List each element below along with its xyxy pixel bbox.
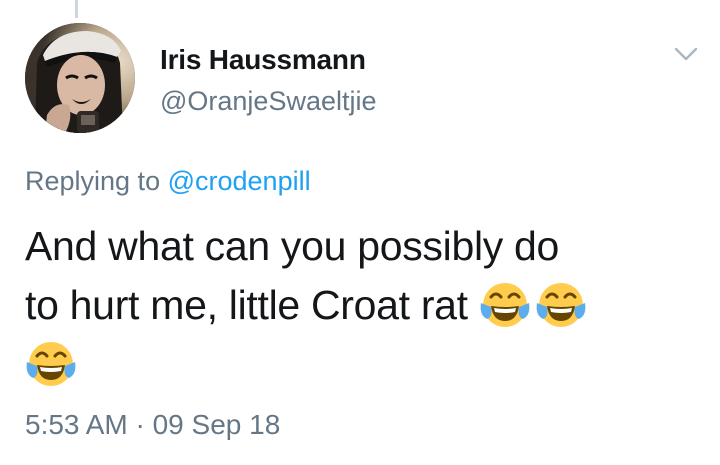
face-with-tears-of-joy-icon	[479, 279, 531, 331]
tweet-text-line: to hurt me, little Croat rat	[25, 276, 705, 335]
reply-mention-link[interactable]: @crodenpill	[168, 166, 311, 196]
tweet-timestamp[interactable]: 5:53 AM · 09 Sep 18	[25, 409, 280, 441]
tweet-text-fragment: to hurt me, little Croat rat	[25, 282, 468, 328]
author-display-name[interactable]: Iris Haussmann	[160, 44, 366, 76]
tweet-text-line: And what can you possibly do	[25, 223, 560, 269]
chevron-down-icon[interactable]	[674, 46, 698, 62]
author-handle[interactable]: @OranjeSwaeltjie	[160, 86, 377, 117]
face-with-tears-of-joy-icon	[25, 338, 77, 390]
face-with-tears-of-joy-icon	[535, 279, 587, 331]
replying-to-context: Replying to @crodenpill	[25, 166, 311, 197]
avatar-photo	[25, 23, 135, 133]
avatar[interactable]	[25, 23, 135, 133]
replying-to-label: Replying to	[25, 166, 161, 196]
tweet-text-line	[25, 335, 705, 394]
tweet-text: And what can you possibly do to hurt me,…	[25, 217, 705, 394]
thread-connector-line	[75, 0, 78, 18]
